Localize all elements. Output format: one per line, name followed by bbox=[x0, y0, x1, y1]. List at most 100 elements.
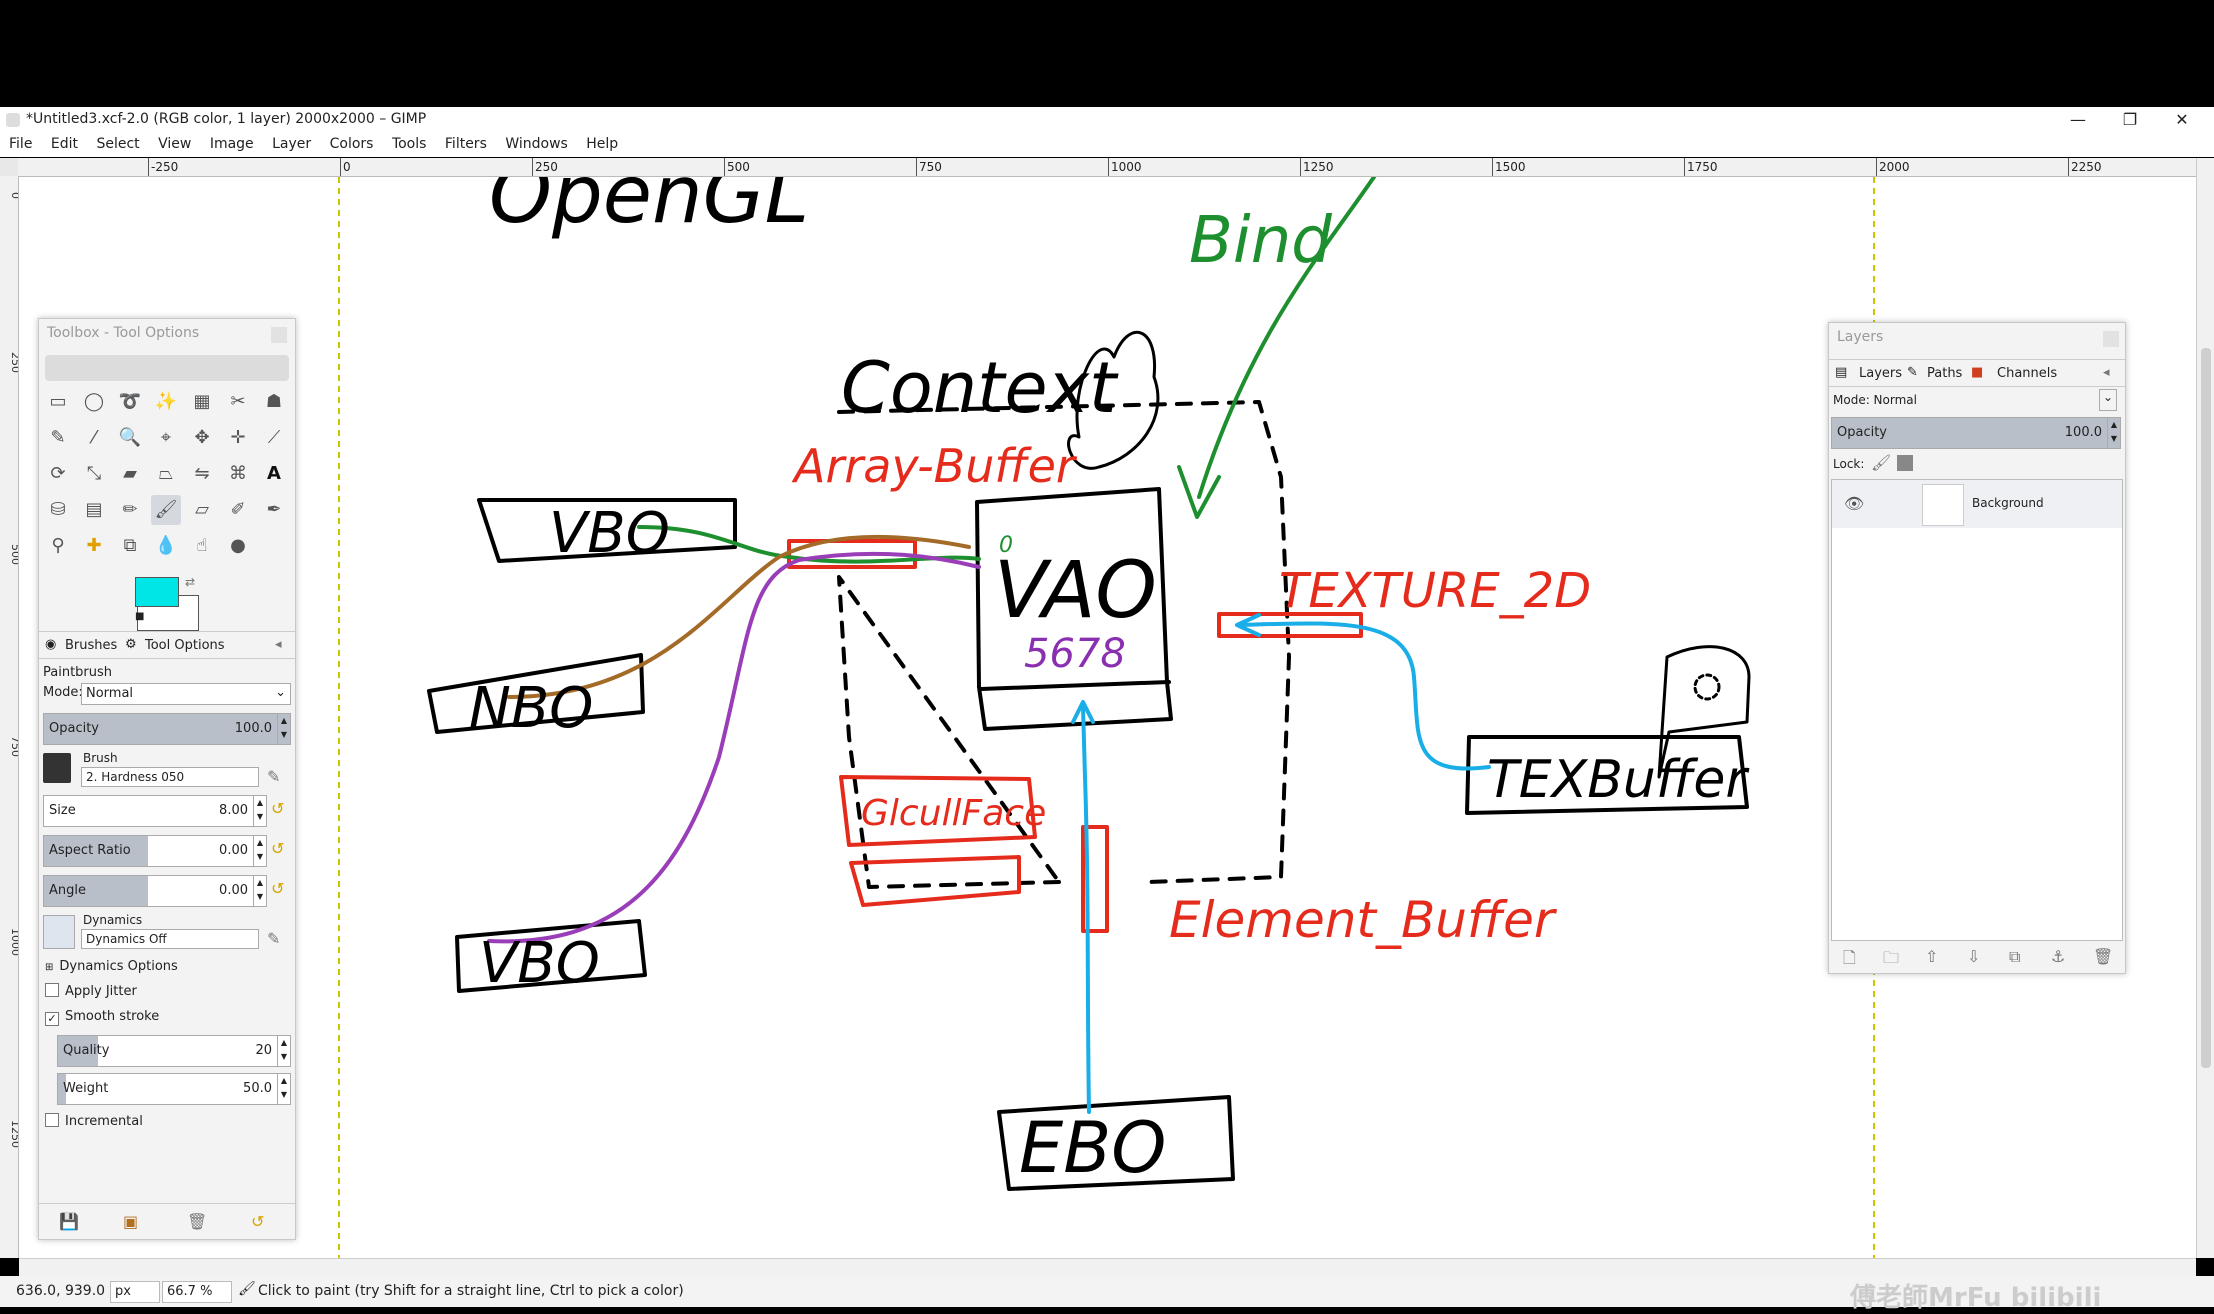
dynamics-icon[interactable] bbox=[43, 915, 75, 949]
quality-spinner[interactable]: ▲ ▼ bbox=[277, 1036, 290, 1066]
align-tool-icon[interactable]: ✛ bbox=[223, 423, 253, 453]
fuzzy-select-tool-icon[interactable]: ✨ bbox=[151, 387, 181, 417]
foreground-color-swatch[interactable] bbox=[135, 577, 179, 607]
tab-layers[interactable]: Layers bbox=[1859, 366, 1902, 381]
tab-brushes[interactable]: Brushes bbox=[65, 638, 117, 653]
layer-name[interactable]: Background bbox=[1972, 496, 2044, 510]
paths-tool-icon[interactable]: ✎ bbox=[43, 423, 73, 453]
dynamics-field[interactable]: Dynamics Off bbox=[81, 929, 259, 949]
new-layer-group-icon[interactable]: 🗀 bbox=[1883, 947, 1899, 974]
menu-edit[interactable]: Edit bbox=[46, 133, 83, 152]
ruler-corner[interactable] bbox=[0, 158, 18, 176]
horizontal-scrollbar[interactable] bbox=[19, 1258, 2196, 1277]
smooth-stroke-checkbox[interactable]: ✓ Smooth stroke bbox=[45, 1009, 159, 1026]
lock-pixels-icon[interactable]: 🖌 bbox=[1871, 453, 1891, 472]
reset-options-icon[interactable]: ↺ bbox=[251, 1212, 264, 1231]
zoom-dropdown[interactable]: 66.7 % bbox=[162, 1281, 232, 1303]
menu-layer[interactable]: Layer bbox=[267, 133, 316, 152]
menu-windows[interactable]: Windows bbox=[500, 133, 573, 152]
size-slider[interactable]: Size 8.00 ▲ ▼ bbox=[43, 795, 267, 827]
raise-layer-icon[interactable]: ⇧ bbox=[1925, 947, 1938, 966]
menu-tools[interactable]: Tools bbox=[387, 133, 432, 152]
color-select-tool-icon[interactable]: ▦ bbox=[187, 387, 217, 417]
duplicate-layer-icon[interactable]: ⧉ bbox=[2009, 947, 2020, 967]
color-picker-tool-icon[interactable]: ⁄ bbox=[79, 423, 109, 453]
clone-tool-icon[interactable]: ⚲ bbox=[43, 531, 73, 561]
move-tool-icon[interactable]: ✥ bbox=[187, 423, 217, 453]
angle-slider[interactable]: Angle 0.00 ▲ ▼ bbox=[43, 875, 267, 907]
eraser-tool-icon[interactable]: ▱ bbox=[187, 495, 217, 525]
delete-layer-icon[interactable]: 🗑 bbox=[2093, 947, 2113, 966]
horizontal-ruler[interactable]: -250 0 250 500 750 1000 1250 1500 1750 2… bbox=[18, 158, 2196, 177]
perspective-tool-icon[interactable]: ⏢ bbox=[151, 459, 181, 489]
new-layer-icon[interactable]: 🗋 bbox=[1843, 947, 1856, 974]
paintbrush-tool-icon[interactable]: 🖌 bbox=[151, 495, 181, 525]
lower-layer-icon[interactable]: ⇩ bbox=[1967, 947, 1980, 966]
dodge-burn-tool-icon[interactable]: ● bbox=[223, 531, 253, 561]
scale-tool-icon[interactable]: ⤡ bbox=[79, 459, 109, 489]
brushes-tab-icon[interactable]: ◉ bbox=[45, 637, 56, 652]
shear-tool-icon[interactable]: ▰ bbox=[115, 459, 145, 489]
menu-view[interactable]: View bbox=[153, 133, 196, 152]
rect-select-tool-icon[interactable]: ▭ bbox=[43, 387, 73, 417]
layer-mode-dropdown[interactable]: Mode: Normal ⌄ bbox=[1831, 389, 2121, 411]
vertical-scroll-thumb[interactable] bbox=[2201, 348, 2211, 1068]
ellipse-select-tool-icon[interactable]: ◯ bbox=[79, 387, 109, 417]
incremental-checkbox[interactable]: Incremental bbox=[45, 1113, 143, 1129]
tab-menu-icon[interactable]: ◂ bbox=[275, 637, 282, 652]
measure-tool-icon[interactable]: ⌖ bbox=[151, 423, 181, 453]
free-select-tool-icon[interactable]: ➰ bbox=[115, 387, 145, 417]
aspect-ratio-slider[interactable]: Aspect Ratio 0.00 ▲ ▼ bbox=[43, 835, 267, 867]
menu-colors[interactable]: Colors bbox=[325, 133, 379, 152]
tool-options-tab-icon[interactable]: ⚙ bbox=[125, 637, 137, 652]
opacity-spinner[interactable]: ▲ ▼ bbox=[277, 714, 290, 744]
menu-help[interactable]: Help bbox=[581, 133, 623, 152]
rotate-tool-icon[interactable]: ⟳ bbox=[43, 459, 73, 489]
zoom-tool-icon[interactable]: 🔍 bbox=[115, 423, 145, 453]
weight-spinner[interactable]: ▲ ▼ bbox=[277, 1074, 290, 1104]
brush-name-field[interactable]: 2. Hardness 050 bbox=[81, 767, 259, 787]
layer-opacity-slider[interactable]: Opacity 100.0 ▲ ▼ bbox=[1831, 417, 2121, 449]
scissors-tool-icon[interactable]: ✂ bbox=[223, 387, 253, 417]
vertical-ruler[interactable]: 0 250 500 750 1000 1250 bbox=[0, 176, 22, 1258]
vertical-scrollbar[interactable] bbox=[2196, 158, 2214, 1258]
layer-opacity-spinner[interactable]: ▲ ▼ bbox=[2107, 418, 2120, 448]
minimize-button[interactable]: — bbox=[2058, 109, 2098, 131]
apply-jitter-checkbox[interactable]: Apply Jitter bbox=[45, 983, 137, 999]
menu-file[interactable]: File bbox=[4, 133, 37, 152]
edit-dynamics-icon[interactable]: ✎ bbox=[267, 929, 280, 948]
restore-button[interactable]: ❐ bbox=[2110, 109, 2150, 131]
text-tool-icon[interactable]: A bbox=[259, 459, 289, 489]
mode-dropdown[interactable]: Normal ⌄ bbox=[81, 683, 291, 705]
edit-brush-icon[interactable]: ✎ bbox=[267, 767, 280, 786]
swap-colors-icon[interactable]: ⇄ bbox=[185, 575, 195, 589]
bucket-fill-tool-icon[interactable]: ⛁ bbox=[43, 495, 73, 525]
anchor-layer-icon[interactable]: ⚓ bbox=[2051, 947, 2065, 966]
crop-tool-icon[interactable]: ⟋ bbox=[259, 423, 289, 453]
foreground-select-tool-icon[interactable]: ☗ bbox=[259, 387, 289, 417]
reset-size-icon[interactable]: ↺ bbox=[271, 799, 284, 818]
opacity-slider[interactable]: Opacity 100.0 ▲ ▼ bbox=[43, 713, 291, 745]
weight-slider[interactable]: Weight 50.0 ▲ ▼ bbox=[57, 1073, 291, 1105]
restore-options-icon[interactable]: ▣ bbox=[123, 1212, 138, 1231]
eye-icon[interactable]: 👁 bbox=[1844, 494, 1864, 513]
layers-tab-menu-icon[interactable]: ◂ bbox=[2103, 365, 2110, 380]
default-colors-icon[interactable]: ■ bbox=[135, 611, 144, 622]
layers-close-icon[interactable] bbox=[2103, 331, 2119, 347]
quality-slider[interactable]: Quality 20 ▲ ▼ bbox=[57, 1035, 291, 1067]
heal-tool-icon[interactable]: ✚ bbox=[79, 531, 109, 561]
unit-dropdown[interactable]: px bbox=[110, 1281, 160, 1303]
size-spinner[interactable]: ▲ ▼ bbox=[253, 796, 266, 826]
perspective-clone-tool-icon[interactable]: ⧉ bbox=[115, 531, 145, 561]
flip-tool-icon[interactable]: ⇋ bbox=[187, 459, 217, 489]
brush-preview[interactable] bbox=[43, 753, 71, 783]
blend-tool-icon[interactable]: ▤ bbox=[79, 495, 109, 525]
lock-alpha-icon[interactable] bbox=[1897, 455, 1913, 471]
ink-tool-icon[interactable]: ✒ bbox=[259, 495, 289, 525]
close-button[interactable]: ✕ bbox=[2162, 109, 2202, 131]
menu-image[interactable]: Image bbox=[205, 133, 259, 152]
toolbox-close-icon[interactable] bbox=[271, 327, 287, 343]
menu-filters[interactable]: Filters bbox=[440, 133, 492, 152]
delete-options-icon[interactable]: 🗑 bbox=[187, 1212, 207, 1231]
cage-tool-icon[interactable]: ⌘ bbox=[223, 459, 253, 489]
